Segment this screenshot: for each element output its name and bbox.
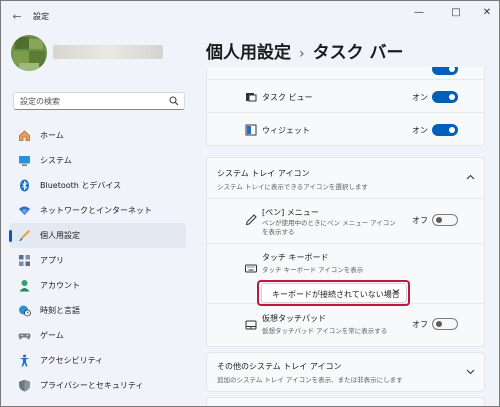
virtual-touchpad-state: オフ	[412, 320, 428, 329]
widgets-toggle[interactable]	[432, 124, 458, 136]
sidebar-item-gaming[interactable]: ゲーム	[9, 323, 186, 348]
pen-menu-description: ペンが使用中のときにペン メニュー アイコンを表示する	[262, 219, 396, 236]
highlight-annotation	[257, 280, 410, 306]
account-icon	[17, 278, 31, 292]
username-redacted	[53, 45, 163, 59]
sidebar-item-label: ネットワークとインターネット	[40, 206, 152, 215]
search-input[interactable]: 設定の検索	[13, 92, 185, 110]
breadcrumb-current: タスク バー	[312, 43, 404, 63]
bluetooth-icon	[17, 178, 31, 192]
touch-keyboard-label: タッチ キーボード	[262, 253, 329, 262]
sidebar-item-label: ゲーム	[40, 331, 64, 340]
sidebar-item-label: 個人用設定	[40, 231, 80, 240]
sidebar-item-label: アプリ	[40, 256, 64, 265]
sidebar-nav: ホーム システム Bluetooth とデバイス ネットワークとインターネット	[1, 123, 196, 398]
settings-window: ← 設定 — □ ✕ 設定の検索 ホーム システム Bluetooth とデバイ…	[0, 0, 500, 407]
virtual-touchpad-toggle[interactable]	[432, 318, 458, 330]
task-view-row: タスク ビュー オン	[207, 79, 485, 112]
app-title: 設定	[33, 12, 49, 21]
system-tray-subtitle: システム トレイに表示できるアイコンを選択します	[217, 183, 368, 191]
touch-keyboard-description: タッチ キーボード アイコンを表示	[262, 266, 364, 274]
pen-menu-row: [ペン] メニュー ペンが使用中のときにペン メニュー アイコンを表示する オフ	[207, 198, 485, 243]
user-profile[interactable]	[11, 35, 171, 81]
sidebar-item-bluetooth[interactable]: Bluetooth とデバイス	[9, 173, 186, 198]
task-view-icon	[246, 93, 257, 102]
virtual-touchpad-description: 仮想タッチパッド アイコンを常に表示する	[262, 327, 388, 335]
chevron-up-icon[interactable]	[466, 174, 475, 180]
touchpad-icon	[245, 320, 257, 330]
avatar	[11, 35, 47, 71]
system-tray-header[interactable]: システム トレイ アイコン システム トレイに表示できるアイコンを選択します	[207, 158, 485, 198]
sidebar-item-label: アクセシビリティ	[40, 356, 104, 365]
back-arrow-icon[interactable]: ←	[9, 9, 25, 25]
breadcrumb-parent[interactable]: 個人用設定	[206, 43, 291, 63]
sidebar-item-time-language[interactable]: 時刻と言語	[9, 298, 186, 323]
search-placeholder: 設定の検索	[20, 97, 60, 106]
sidebar-item-label: システム	[40, 156, 72, 165]
pen-menu-label: [ペン] メニュー	[262, 208, 319, 217]
sidebar-item-home[interactable]: ホーム	[9, 123, 186, 148]
sidebar-item-privacy[interactable]: プライバシーとセキュリティ	[9, 373, 186, 398]
maximize-icon[interactable]: □	[446, 6, 466, 20]
sidebar-item-personalization[interactable]: 個人用設定	[9, 223, 186, 248]
virtual-touchpad-row: 仮想タッチパッド 仮想タッチパッド アイコンを常に表示する オフ	[207, 303, 485, 348]
other-tray-card[interactable]: その他のシステム トレイ アイコン 追加のシステム トレイ アイコンを表示、また…	[206, 352, 485, 392]
wifi-icon	[17, 203, 31, 217]
taskbar-items-card: タスク ビュー オン ウィジェット オン	[206, 67, 485, 146]
chevron-down-icon[interactable]	[466, 369, 475, 375]
widgets-icon	[245, 124, 257, 136]
breadcrumb-separator-icon: ›	[299, 46, 305, 62]
sidebar-item-accounts[interactable]: アカウント	[9, 273, 186, 298]
virtual-touchpad-label: 仮想タッチパッド	[262, 314, 326, 323]
other-tray-title: その他のシステム トレイ アイコン	[217, 362, 342, 371]
sidebar-item-accessibility[interactable]: アクセシビリティ	[9, 348, 186, 373]
widgets-row: ウィジェット オン	[207, 112, 485, 145]
other-tray-subtitle: 追加のシステム トレイ アイコンを表示、または非表示にします	[217, 376, 403, 384]
widgets-state: オン	[412, 126, 428, 135]
system-tray-card: システム トレイ アイコン システム トレイに表示できるアイコンを選択します […	[206, 157, 485, 347]
partial-toggle[interactable]	[432, 67, 458, 75]
apps-icon	[17, 253, 31, 267]
home-icon	[17, 128, 31, 142]
pen-menu-state: オフ	[412, 216, 428, 225]
minimize-icon[interactable]: —	[409, 6, 429, 20]
gamepad-icon	[17, 328, 31, 342]
accessibility-icon	[17, 353, 31, 367]
sidebar-item-label: アカウント	[40, 281, 80, 290]
globe-clock-icon	[17, 303, 31, 317]
content-area: タスク ビュー オン ウィジェット オン システム トレイ アイコン システム …	[206, 67, 485, 406]
sidebar-item-label: Bluetooth とデバイス	[40, 181, 122, 190]
sidebar-item-network[interactable]: ネットワークとインターネット	[9, 198, 186, 223]
shield-icon	[17, 378, 31, 392]
title-bar: ← 設定 — □ ✕	[1, 1, 499, 33]
active-indicator	[9, 230, 12, 242]
pen-icon	[245, 214, 257, 226]
sidebar-item-label: 時刻と言語	[40, 306, 80, 315]
system-tray-title: システム トレイ アイコン	[217, 169, 310, 178]
next-card-partial	[206, 397, 485, 406]
task-view-toggle[interactable]	[432, 91, 458, 103]
search-icon[interactable]	[169, 96, 179, 106]
sidebar-item-system[interactable]: システム	[9, 148, 186, 173]
close-icon[interactable]: ✕	[477, 6, 497, 20]
page-title: 個人用設定 › タスク バー	[206, 38, 404, 63]
task-view-label: タスク ビュー	[262, 93, 313, 102]
sidebar-item-label: ホーム	[40, 131, 64, 140]
sidebar-item-label: プライバシーとセキュリティ	[40, 381, 144, 390]
brush-icon	[17, 228, 31, 242]
task-view-state: オン	[412, 93, 428, 102]
system-icon	[17, 153, 31, 167]
keyboard-icon	[245, 264, 257, 273]
sidebar-item-apps[interactable]: アプリ	[9, 248, 186, 273]
pen-menu-toggle[interactable]	[432, 214, 458, 226]
widgets-label: ウィジェット	[262, 126, 310, 135]
